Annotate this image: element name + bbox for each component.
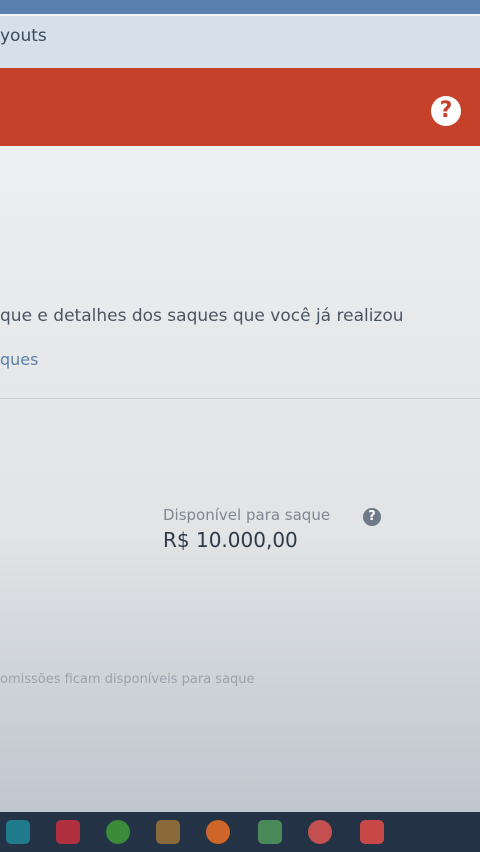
spreadsheet-icon[interactable] (258, 820, 282, 844)
page-description: que e detalhes dos saques que você já re… (0, 306, 404, 326)
firefox-icon[interactable] (206, 820, 230, 844)
browser-icon[interactable] (308, 820, 332, 844)
screen: youts ? que e detalhes dos saques que vo… (0, 0, 480, 852)
briefcase-icon[interactable] (156, 820, 180, 844)
app-icon[interactable] (360, 820, 384, 844)
browser-bookmark-bar (0, 14, 480, 75)
tab-saques[interactable]: ques (0, 350, 38, 369)
pdf-icon[interactable] (56, 820, 80, 844)
chrome-icon[interactable] (106, 820, 130, 844)
app-header (0, 68, 480, 146)
info-icon[interactable]: ? (363, 508, 381, 526)
browser-top-strip (0, 0, 480, 14)
footnote-text: omissões ficam disponíveis para saque (0, 672, 255, 687)
balance-value: R$ 10.000,00 (163, 528, 298, 552)
main-content (0, 146, 480, 846)
help-icon[interactable]: ? (431, 96, 461, 126)
browser-tab-title[interactable]: youts (0, 26, 47, 46)
balance-label: Disponível para saque (163, 506, 331, 524)
edge-icon[interactable] (6, 820, 30, 844)
tab-divider (0, 398, 480, 399)
